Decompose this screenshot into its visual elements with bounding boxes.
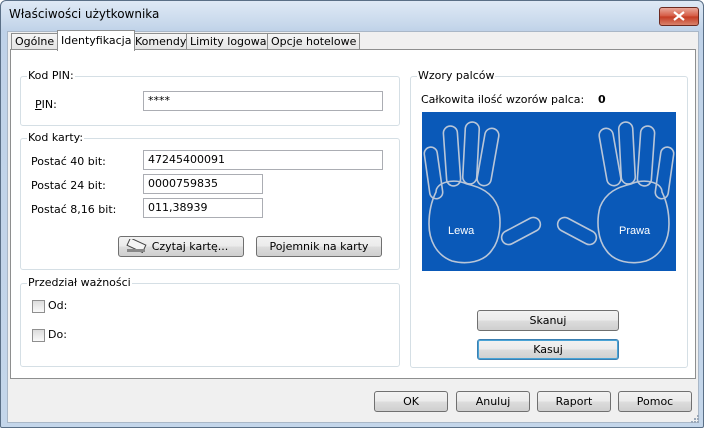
pin-group-title: Kod PIN:	[27, 69, 75, 82]
read-card-button-label: Czytaj kartę...	[151, 240, 229, 253]
hands-panel[interactable]: Lewa Prawa	[422, 112, 676, 271]
right-ring-finger	[636, 125, 656, 187]
right-hand-label: Prawa	[619, 225, 651, 237]
card-container-button[interactable]: Pojemnik na karty	[256, 236, 382, 257]
card-group: Kod karty: Postać 40 bit: 47245400091 Po…	[20, 131, 400, 270]
tab-komendy[interactable]: Komendy	[131, 33, 191, 50]
card-816bit-input[interactable]: 011,38939	[143, 198, 263, 218]
left-palm	[428, 180, 501, 264]
card-816bit-label: Postać 8,16 bit:	[31, 203, 117, 216]
dialog-client: Ogólne Identyfikacja Komendy Limity logo…	[7, 30, 699, 423]
read-card-button[interactable]: Czytaj kartę...	[118, 236, 244, 257]
pin-group: Kod PIN: PIN: ****	[20, 69, 400, 126]
cancel-button[interactable]: Anuluj	[456, 391, 530, 412]
tab-ogolne[interactable]: Ogólne	[11, 33, 59, 50]
pin-label-text: IN:	[41, 98, 57, 111]
help-button[interactable]: Pomoc	[618, 391, 692, 412]
tab-opcje-hotelowe[interactable]: Opcje hotelowe	[267, 33, 361, 50]
left-hand-label: Lewa	[448, 225, 475, 237]
left-little-finger	[423, 146, 444, 200]
card-24bit-input[interactable]: 0000759835	[143, 174, 263, 194]
valid-from-label: Od:	[48, 299, 68, 312]
delete-button[interactable]: Kasuj	[477, 339, 619, 360]
pin-input[interactable]: ****	[143, 91, 383, 111]
report-button[interactable]: Raport	[537, 391, 611, 412]
card-40bit-label: Postać 40 bit:	[31, 155, 106, 168]
card-24bit-label: Postać 24 bit:	[31, 179, 106, 192]
tab-limity-logowan[interactable]: Limity logowań	[186, 33, 278, 50]
resize-grip-icon[interactable]	[690, 414, 700, 424]
dialog-window: Właściwości użytkownika Ogólne Identyfik…	[0, 0, 704, 428]
hands-diagram: Lewa Prawa	[423, 121, 675, 264]
tab-page-identyfikacja: Kod PIN: PIN: **** Kod karty: Postać 40 …	[10, 49, 696, 379]
fingerprints-group-title: Wzory palców	[417, 69, 496, 82]
scan-button[interactable]: Skanuj	[477, 310, 619, 331]
valid-from-checkbox[interactable]	[32, 300, 45, 313]
valid-to-label: Do:	[48, 328, 67, 341]
right-palm	[597, 180, 670, 264]
close-button[interactable]	[659, 7, 699, 26]
card-40bit-input[interactable]: 47245400091	[143, 150, 383, 170]
validity-group-title: Przedział ważności	[27, 276, 132, 289]
right-little-finger	[654, 146, 675, 200]
pin-label: PIN:	[35, 98, 57, 111]
fingerprint-total-value: 0	[598, 93, 606, 106]
right-thumb	[556, 216, 598, 246]
fingerprint-total-label: Całkowita ilość wzorów palca:	[421, 93, 585, 106]
tab-identyfikacja[interactable]: Identyfikacja	[57, 30, 136, 51]
left-ring-finger	[442, 125, 462, 187]
card-group-title: Kod karty:	[27, 131, 85, 144]
window-title: Właściwości użytkownika	[9, 7, 160, 21]
left-thumb	[500, 216, 542, 246]
ok-button[interactable]: OK	[374, 391, 448, 412]
close-icon	[673, 11, 685, 21]
valid-to-checkbox[interactable]	[32, 329, 45, 342]
title-bar[interactable]: Właściwości użytkownika	[1, 1, 703, 29]
validity-group: Przedział ważności Od: Do:	[20, 276, 400, 367]
fingerprints-group: Wzory palców Całkowita ilość wzorów palc…	[410, 69, 688, 368]
card-reader-icon	[126, 239, 147, 253]
